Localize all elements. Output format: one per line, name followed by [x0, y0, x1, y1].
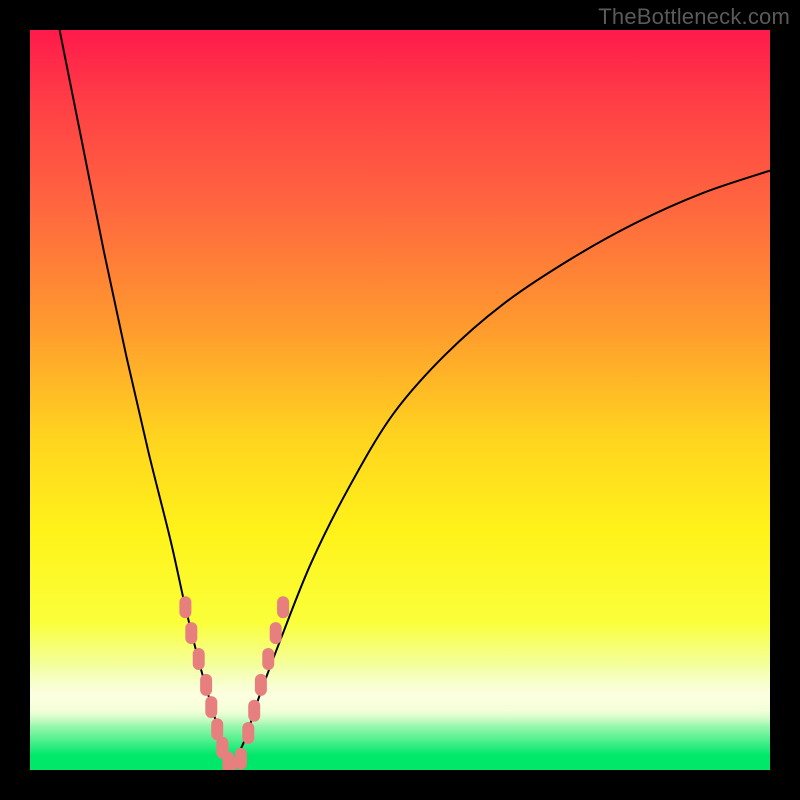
- data-marker: [205, 696, 217, 718]
- chart-stage: TheBottleneck.com: [0, 0, 800, 800]
- data-markers: [179, 596, 289, 770]
- data-marker: [185, 622, 197, 644]
- data-marker: [270, 622, 282, 644]
- data-marker: [235, 748, 247, 770]
- data-marker: [224, 755, 236, 770]
- data-marker: [255, 674, 267, 696]
- curve-right-branch: [230, 171, 770, 770]
- data-marker: [262, 648, 274, 670]
- data-marker: [277, 596, 289, 618]
- data-marker: [179, 596, 191, 618]
- plot-area: [30, 30, 770, 770]
- data-marker: [248, 700, 260, 722]
- data-marker: [200, 674, 212, 696]
- attribution-text: TheBottleneck.com: [598, 4, 790, 30]
- data-marker: [242, 722, 254, 744]
- chart-svg: [30, 30, 770, 770]
- data-marker: [193, 648, 205, 670]
